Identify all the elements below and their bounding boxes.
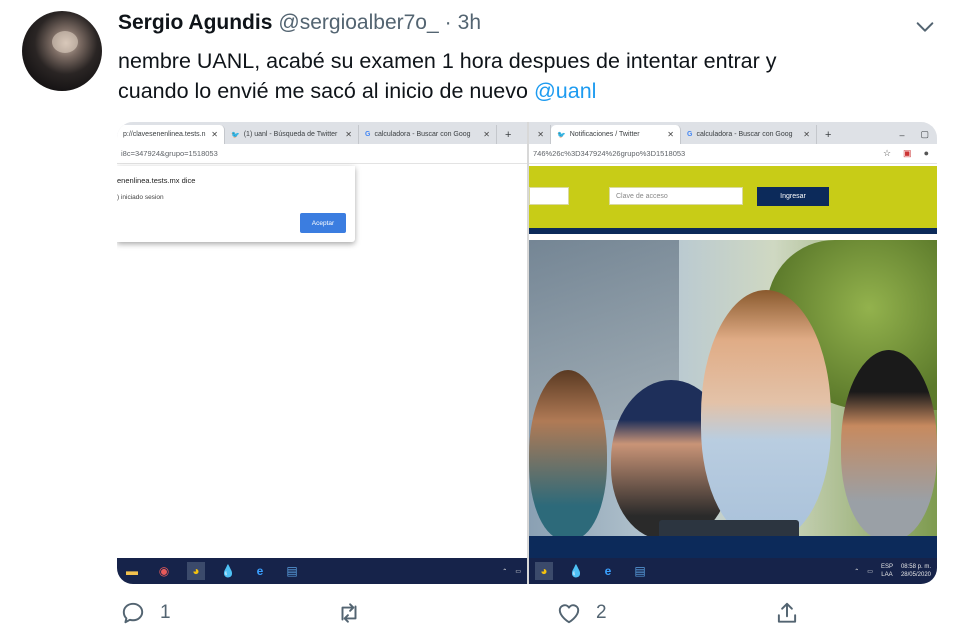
student-figure (529, 370, 607, 538)
folder-icon: ▬ (126, 564, 138, 578)
timestamp[interactable]: 3h (458, 11, 481, 35)
student-figure (701, 290, 831, 538)
user-field (529, 187, 569, 205)
student-figure (841, 350, 937, 538)
window-icon: ▤ (286, 564, 298, 578)
chevron-up-icon: ⌃ (502, 568, 508, 575)
tray-language: ESP LAA (881, 563, 893, 579)
browser-tab: Gcalculadora - Buscar con Goog ✕ (359, 125, 497, 144)
tweet-text-line-2-body: cuando lo envié me sacó al inicio de nue… (118, 79, 528, 103)
close-icon: ✕ (803, 130, 810, 139)
address-text: 746%26c%3D347924%26grupo%3D1518053 (533, 149, 686, 158)
separator-dot: · (444, 11, 452, 34)
tweet-text-line-1: nembre UANL, acabé su examen 1 hora desp… (118, 49, 777, 73)
drop-icon: 💧 (568, 564, 584, 578)
tray-clock: 08:58 p. m. 28/05/2020 (901, 563, 931, 579)
alert-dialog: enenlinea.tests.mx dice ) iniciado sesio… (117, 166, 355, 242)
system-tray: ⌃ ▭ ESP LAA 08:58 p. m. 28/05/2020 (854, 563, 937, 579)
browser-tab: 🐦 (1) uanl - Búsqueda de Twitter ✕ (225, 125, 359, 144)
reply-icon (122, 602, 144, 624)
dialog-accept-button: Aceptar (300, 213, 346, 233)
login-button: Ingresar (757, 187, 829, 206)
media-image-right[interactable]: ✕ 🐦 Notificaciones / Twitter ✕ Gcalculador… (529, 122, 937, 584)
tray-time: 08:58 p. m. (900, 564, 931, 570)
close-icon: ✕ (345, 130, 352, 139)
uanl-login-banner: Clave de acceso Ingresar (529, 166, 937, 234)
media-icon: ◉ (158, 564, 170, 578)
tab-label: Notificaciones / Twitter (569, 131, 640, 138)
tray-lang: ESP (880, 564, 893, 570)
avatar[interactable] (22, 11, 102, 91)
browser-tab: Gcalculadora - Buscar con Goog ✕ (681, 125, 817, 144)
chevron-down-icon[interactable] (914, 16, 936, 38)
tweet-media[interactable]: p://clavesenenlinea.tests.n ✕ 🐦 (1) uanl -… (117, 122, 937, 584)
window-icon: ▤ (634, 564, 646, 578)
reply-count: 1 (160, 602, 171, 623)
tab-label: calculadora - Buscar con Goog (696, 131, 793, 138)
share-icon (777, 602, 797, 623)
keyboard-icon: ▭ (867, 568, 873, 575)
address-bar: 746%26c%3D347924%26grupo%3D1518053 ☆ ▣ ● (529, 144, 937, 164)
retweet-button[interactable] (336, 600, 362, 626)
profile-icon: ● (923, 148, 929, 158)
address-bar: i8c=347924&grupo=1518053 (117, 144, 527, 164)
tab-label: calculadora - Buscar con Goog (374, 131, 471, 138)
browser-tab: 🐦 Notificaciones / Twitter ✕ (551, 125, 681, 144)
windows-taskbar: ▬ ◉ ◕ 💧 e ▤ ⌃ ▭ (117, 558, 527, 584)
chevron-up-icon: ⌃ (854, 568, 860, 575)
students-photo (529, 240, 937, 538)
new-tab-icon: + (825, 128, 832, 141)
tab-label: p://clavesenenlinea.tests.n (123, 131, 206, 138)
address-icons: ☆ ▣ ● (883, 148, 937, 159)
footer-band (529, 536, 937, 558)
heart-icon (558, 604, 580, 624)
system-tray: ⌃ ▭ (502, 568, 527, 575)
tab-label: (1) uanl - Búsqueda de Twitter (243, 131, 338, 138)
twitter-icon: 🐦 (557, 131, 566, 139)
dialog-title: enenlinea.tests.mx dice (117, 176, 196, 185)
browser-tab: p://clavesenenlinea.tests.n ✕ (117, 125, 225, 144)
star-icon: ☆ (882, 148, 892, 158)
tray-date: 28/05/2020 (900, 572, 931, 578)
google-icon: G (365, 131, 371, 138)
close-icon: ✕ (667, 130, 674, 139)
edge-icon: e (256, 564, 264, 578)
author-handle[interactable]: @sergioalber7o_ (278, 11, 438, 35)
author-name[interactable]: Sergio Agundis (118, 11, 272, 35)
edge-icon: e (604, 564, 612, 578)
dialog-message: ) iniciado sesion (117, 194, 164, 201)
tweet-text: nembre UANL, acabé su examen 1 hora desp… (118, 46, 918, 106)
extension-icon: ▣ (903, 148, 912, 158)
new-tab-icon: + (505, 128, 512, 141)
tray-lang-2: LAA (881, 572, 893, 578)
maximize-icon: ▢ (920, 129, 929, 139)
tweet-actions: 1 2 (0, 600, 960, 632)
twitter-icon: 🐦 (231, 131, 240, 139)
reply-button[interactable]: 1 (120, 600, 171, 626)
close-icon: ✕ (211, 130, 218, 139)
media-image-left[interactable]: p://clavesenenlinea.tests.n ✕ 🐦 (1) uanl -… (117, 122, 527, 584)
drop-icon: 💧 (220, 564, 236, 578)
share-button[interactable] (774, 600, 800, 626)
close-icon: ✕ (483, 130, 490, 139)
keyboard-icon: ▭ (515, 568, 521, 575)
like-button[interactable]: 2 (556, 600, 607, 626)
close-icon: ✕ (537, 130, 544, 139)
google-icon: G (687, 131, 693, 138)
browser-tabbar: p://clavesenenlinea.tests.n ✕ 🐦 (1) uanl -… (117, 122, 527, 144)
tweet-header: Sergio Agundis @sergioalber7o_ · 3h (118, 11, 920, 39)
tweet-text-line-2: cuando lo envié me sacó al inicio de nue… (118, 76, 918, 106)
windows-taskbar: ◕ 💧 e ▤ ⌃ ▭ ESP LAA 08:58 p. m. 28/05/2020 (529, 558, 937, 584)
minimize-icon: – (899, 129, 905, 140)
browser-tab: ✕ (529, 125, 551, 144)
mention-link[interactable]: @uanl (534, 79, 596, 103)
like-count: 2 (596, 602, 607, 623)
browser-tabbar: ✕ 🐦 Notificaciones / Twitter ✕ Gcalculador… (529, 122, 937, 144)
window-controls: – ▢ (899, 125, 937, 144)
password-field: Clave de acceso (609, 187, 743, 205)
chrome-icon: ◕ (535, 562, 553, 580)
chrome-icon: ◕ (187, 562, 205, 580)
retweet-icon (341, 603, 357, 623)
